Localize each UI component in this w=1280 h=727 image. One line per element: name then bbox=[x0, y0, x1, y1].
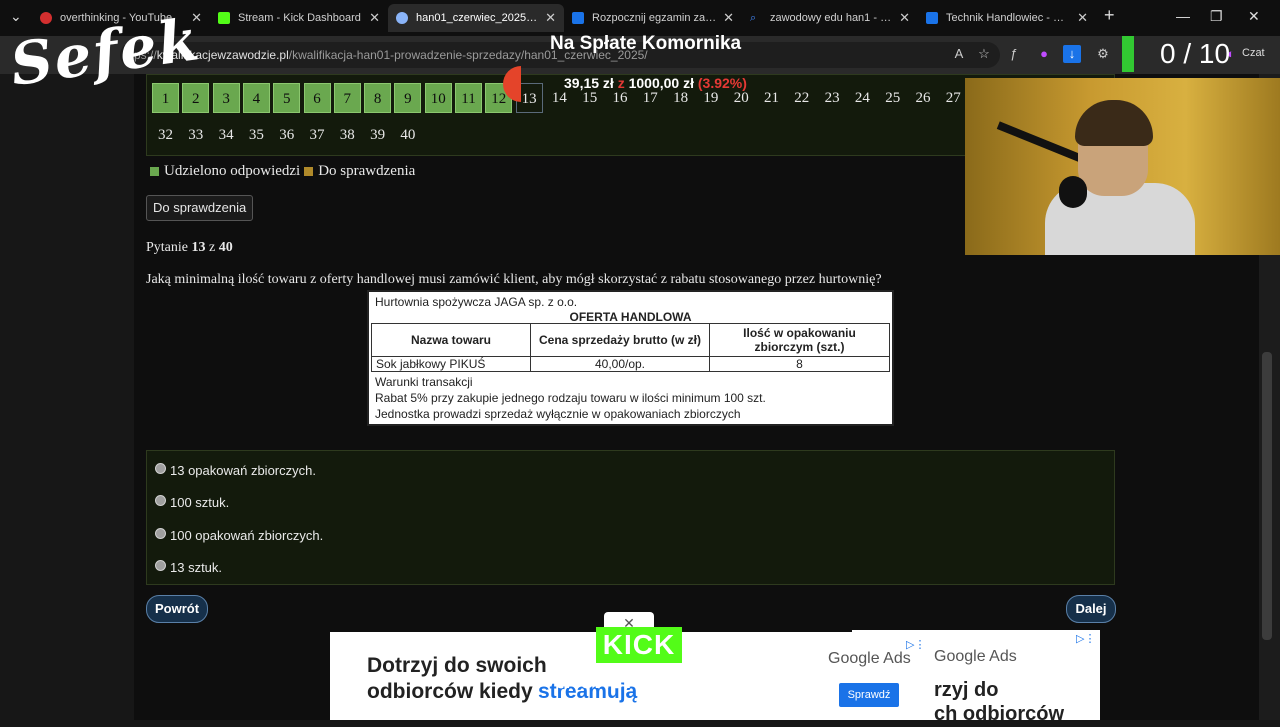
tab-search[interactable]: ⌕ zawodowy edu han1 - Wyszu ✕ bbox=[742, 4, 918, 32]
tab-rozpocznij[interactable]: Rozpocznij egzamin zawodow ✕ bbox=[564, 4, 742, 32]
question-number-button[interactable]: 24 bbox=[849, 83, 876, 113]
offer-table: Nazwa towaru Cena sprzedaży brutto (w zł… bbox=[371, 323, 890, 372]
close-tab-icon[interactable]: ✕ bbox=[723, 10, 734, 26]
question-number-button[interactable]: 5 bbox=[273, 83, 301, 113]
favorite-star-icon[interactable]: ☆ bbox=[975, 45, 993, 63]
close-tab-icon[interactable]: ✕ bbox=[899, 10, 910, 26]
question-number-button[interactable]: 4 bbox=[242, 83, 270, 113]
question-number-button[interactable]: 22 bbox=[788, 83, 815, 113]
green-overlay-bar bbox=[1122, 36, 1134, 72]
answer-option[interactable]: 100 sztuk. bbox=[155, 495, 229, 510]
question-number-button[interactable]: 34 bbox=[213, 120, 240, 150]
chat-label[interactable]: Czat bbox=[1242, 47, 1265, 59]
question-number-button[interactable]: 2 bbox=[182, 83, 210, 113]
question-number-button[interactable]: 37 bbox=[304, 120, 331, 150]
site-icon bbox=[926, 12, 938, 24]
radio-button[interactable] bbox=[155, 495, 166, 506]
search-icon: ⌕ bbox=[750, 12, 757, 24]
radio-button[interactable] bbox=[155, 528, 166, 539]
question-number-button[interactable]: 1 bbox=[152, 83, 179, 113]
question-number-button[interactable]: 26 bbox=[910, 83, 937, 113]
kick-icon bbox=[218, 12, 230, 24]
radio-button[interactable] bbox=[155, 463, 166, 474]
formula-icon[interactable]: ƒ bbox=[1005, 45, 1023, 63]
legend: Udzielono odpowiedzi Do sprawdzenia bbox=[150, 163, 415, 180]
question-text: Jaką minimalną ilość towaru z oferty han… bbox=[146, 272, 882, 287]
back-button[interactable]: Powrót bbox=[146, 595, 208, 623]
answer-option[interactable]: 13 opakowań zbiorczych. bbox=[155, 463, 316, 478]
question-number-button[interactable]: 9 bbox=[394, 83, 422, 113]
microphone-icon bbox=[1059, 176, 1087, 208]
question-number-button[interactable]: 35 bbox=[243, 120, 270, 150]
question-number-button[interactable]: 36 bbox=[273, 120, 300, 150]
question-number-button[interactable]: 40 bbox=[394, 120, 421, 150]
tab-han01[interactable]: han01_czerwiec_2025 - kwalifi ✕ bbox=[388, 4, 564, 32]
new-tab-icon[interactable]: + bbox=[1104, 5, 1115, 26]
question-number-button[interactable]: 32 bbox=[152, 120, 179, 150]
question-number-button[interactable]: 8 bbox=[364, 83, 392, 113]
question-number-button[interactable]: 38 bbox=[334, 120, 361, 150]
maximize-icon[interactable]: ❐ bbox=[1210, 8, 1223, 25]
close-tab-icon[interactable]: ✕ bbox=[369, 10, 380, 26]
offer-image: Hurtownia spożywcza JAGA sp. z o.o. OFER… bbox=[367, 290, 894, 426]
answers-panel: 13 opakowań zbiorczych. 100 sztuk. 100 o… bbox=[146, 450, 1115, 585]
tab-list-icon[interactable]: ⌄ bbox=[10, 8, 22, 25]
next-button[interactable]: Dalej bbox=[1066, 595, 1116, 623]
ad-cta-button[interactable]: Sprawdź bbox=[839, 683, 899, 707]
question-number-button[interactable]: 10 bbox=[424, 83, 452, 113]
youtube-icon bbox=[40, 12, 52, 24]
answered-swatch bbox=[150, 167, 159, 176]
question-number-button[interactable]: 21 bbox=[758, 83, 785, 113]
review-button[interactable]: Do sprawdzenia bbox=[146, 195, 254, 221]
tab-kick-dashboard[interactable]: Stream - Kick Dashboard ✕ bbox=[210, 4, 388, 32]
goal-counter: 39,15 zł z 1000,00 zł (3.92%) bbox=[564, 75, 747, 91]
close-window-icon[interactable]: ✕ bbox=[1248, 8, 1260, 25]
read-aloud-icon[interactable]: A bbox=[950, 45, 968, 63]
question-number-button[interactable]: 7 bbox=[333, 83, 361, 113]
answer-option[interactable]: 13 sztuk. bbox=[155, 560, 222, 575]
offer-terms: Warunki transakcji Rabat 5% przy zakupie… bbox=[375, 375, 766, 421]
scrollbar-thumb[interactable] bbox=[1262, 352, 1272, 640]
close-tab-icon[interactable]: ✕ bbox=[1077, 10, 1088, 26]
review-swatch bbox=[304, 167, 314, 176]
streamer-handle: thenerdyeds bbox=[555, 664, 710, 694]
question-number-button[interactable]: 39 bbox=[364, 120, 391, 150]
minimize-icon[interactable]: — bbox=[1176, 8, 1190, 24]
question-number-button[interactable]: 27 bbox=[940, 83, 967, 113]
download-icon[interactable]: ↓ bbox=[1063, 45, 1081, 63]
question-number: Pytanie 13 z 40 bbox=[146, 240, 233, 255]
question-number-button[interactable]: 3 bbox=[212, 83, 240, 113]
extensions-icon[interactable]: ⚙ bbox=[1094, 45, 1112, 63]
question-number-button[interactable]: 25 bbox=[879, 83, 906, 113]
question-number-button[interactable]: 23 bbox=[819, 83, 846, 113]
sub-counter: 0 / 10 bbox=[1160, 38, 1231, 69]
close-tab-icon[interactable]: ✕ bbox=[545, 10, 556, 26]
radio-button[interactable] bbox=[155, 560, 166, 571]
question-number-button[interactable]: 33 bbox=[182, 120, 209, 150]
globe-icon bbox=[396, 12, 408, 24]
answer-option[interactable]: 100 opakowań zbiorczych. bbox=[155, 528, 323, 543]
site-icon bbox=[572, 12, 584, 24]
goal-title: Na Spłate Komornika bbox=[550, 33, 742, 54]
question-number-button[interactable]: 6 bbox=[303, 83, 331, 113]
ad-info-icon[interactable]: ▷⋮ bbox=[906, 638, 925, 651]
webcam-feed bbox=[965, 78, 1280, 255]
kick-logo: KICK bbox=[596, 627, 682, 663]
ad-info-icon[interactable]: ▷⋮ bbox=[1076, 632, 1095, 645]
question-number-button[interactable]: 11 bbox=[455, 83, 482, 113]
tab-technik[interactable]: Technik Handlowiec - HAN.01 ✕ bbox=[918, 4, 1096, 32]
color-extension-icon[interactable]: ● bbox=[1035, 45, 1053, 63]
